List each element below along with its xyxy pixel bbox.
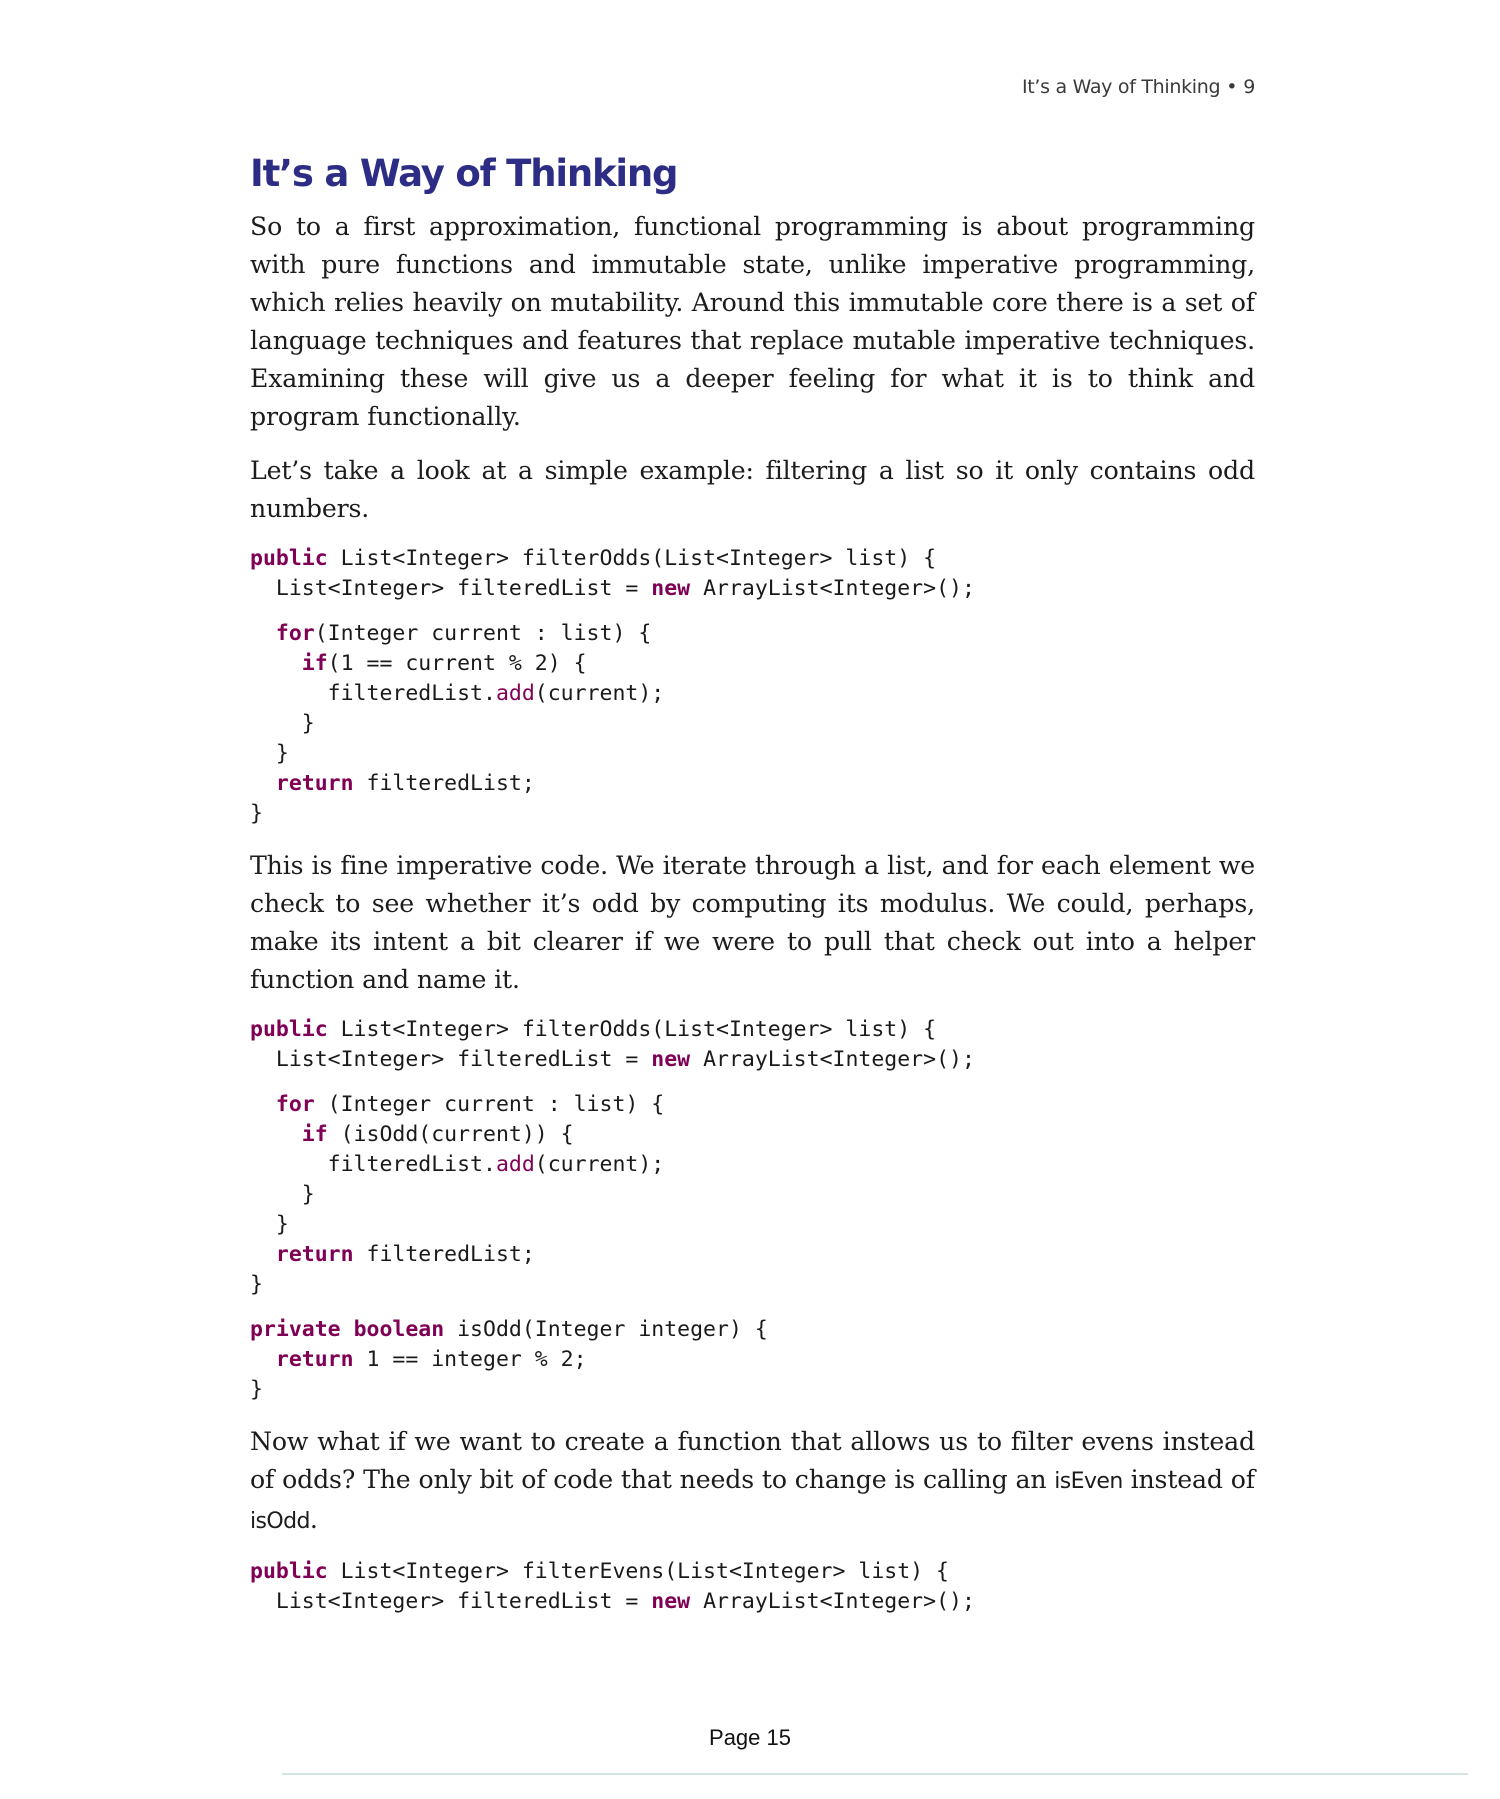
code-text: filteredList. (250, 1152, 496, 1177)
code-text: List<Integer> filterOdds(List<Integer> l… (327, 546, 937, 571)
inline-code-isodd: isOdd (250, 1509, 310, 1534)
code-text: List<Integer> filterEvens(List<Integer> … (327, 1559, 949, 1584)
code-line: List<Integer> filteredList = new ArrayLi… (250, 574, 1255, 604)
paragraph-example-intro: Let’s take a look at a simple example: f… (250, 456, 1255, 523)
code-keyword: for (275, 1092, 315, 1117)
code-line: } (250, 1210, 1255, 1240)
code-line: public List<Integer> filterOdds(List<Int… (250, 544, 1255, 574)
code-line: List<Integer> filteredList = new ArrayLi… (250, 1045, 1255, 1075)
code-text: ArrayList<Integer>(); (690, 1047, 975, 1072)
code-line: } (250, 799, 1255, 829)
paragraph-intro: So to a first approximation, functional … (250, 212, 1255, 431)
section-title: It’s a Way of Thinking (250, 152, 679, 195)
code-line: public List<Integer> filterEvens(List<In… (250, 1557, 1255, 1587)
code-line: if (isOdd(current)) { (250, 1120, 1255, 1150)
running-header: It’s a Way of Thinking • 9 (1022, 76, 1255, 98)
code-keyword: if (301, 1122, 328, 1147)
code-line: filteredList.add(current); (250, 1150, 1255, 1180)
code-text: } (250, 801, 263, 826)
code-text: } (250, 1272, 263, 1297)
code-block-filter-odds-helper: public List<Integer> filterOdds(List<Int… (250, 1015, 1255, 1405)
code-line: return 1 == integer % 2; (250, 1345, 1255, 1375)
code-text: List<Integer> filteredList = (250, 1589, 652, 1614)
code-keyword: return (275, 1242, 354, 1267)
code-keyword: new (651, 1589, 691, 1614)
code-line: for (Integer current : list) { (250, 1090, 1255, 1120)
code-text: filteredList; (353, 771, 535, 796)
code-line: } (250, 1270, 1255, 1300)
code-text: } (250, 741, 289, 766)
code-text: } (250, 1377, 263, 1402)
running-header-title: It’s a Way of Thinking (1021, 76, 1221, 98)
code-keyword: new (651, 1047, 691, 1072)
code-line: return filteredList; (250, 1240, 1255, 1270)
code-text: } (250, 1212, 289, 1237)
code-keyword: private (250, 1317, 341, 1342)
code-text: (isOdd(current)) { (327, 1122, 574, 1147)
code-keyword: public (250, 1559, 328, 1584)
code-text: } (250, 711, 315, 736)
code-line: if(1 == current % 2) { (250, 649, 1255, 679)
paragraph-text-middle: instead of (1122, 1465, 1256, 1494)
code-method: add (495, 1152, 535, 1177)
code-text: (Integer current : list) { (314, 621, 652, 646)
paragraph-imperative-explanation: This is fine imperative code. We iterate… (250, 851, 1255, 994)
code-line: List<Integer> filteredList = new ArrayLi… (250, 1587, 1255, 1617)
code-text: isOdd(Integer integer) { (444, 1317, 768, 1342)
code-keyword: return (275, 1347, 354, 1372)
paragraph-filter-evens: Now what if we want to create a function… (250, 1423, 1255, 1541)
code-text: (current); (534, 681, 665, 706)
code-text: (Integer current : list) { (314, 1092, 665, 1117)
code-keyword: public (250, 546, 328, 571)
code-line: } (250, 1375, 1255, 1405)
code-text: ArrayList<Integer>(); (690, 576, 975, 601)
code-keyword: return (275, 771, 354, 796)
code-text: (current); (534, 1152, 665, 1177)
page-content: It’s a Way of Thinking So to a first app… (250, 150, 1255, 1635)
code-text: 1 == integer % 2; (353, 1347, 587, 1372)
code-text: List<Integer> filteredList = (250, 576, 652, 601)
code-method: add (495, 681, 535, 706)
running-header-separator: • (1226, 76, 1238, 98)
code-block-filter-odds: public List<Integer> filterOdds(List<Int… (250, 544, 1255, 829)
code-keyword: public (250, 1017, 328, 1042)
code-line: } (250, 1180, 1255, 1210)
code-keyword: if (301, 651, 328, 676)
code-text: (1 == current % 2) { (327, 651, 587, 676)
code-keyword: for (275, 621, 315, 646)
code-text: ArrayList<Integer>(); (690, 1589, 975, 1614)
code-line: private boolean isOdd(Integer integer) { (250, 1315, 1255, 1345)
paragraph-text-after: . (309, 1505, 318, 1534)
running-header-page-number: 9 (1243, 76, 1255, 98)
code-keyword: boolean (353, 1317, 445, 1342)
code-line: for(Integer current : list) { (250, 619, 1255, 649)
code-text: } (250, 1182, 315, 1207)
code-line: return filteredList; (250, 769, 1255, 799)
code-line: } (250, 739, 1255, 769)
code-text: filteredList. (250, 681, 496, 706)
code-block-filter-evens: public List<Integer> filterEvens(List<In… (250, 1557, 1255, 1617)
code-line: } (250, 709, 1255, 739)
code-line: public List<Integer> filterOdds(List<Int… (250, 1015, 1255, 1045)
code-keyword: new (651, 576, 691, 601)
code-text: filteredList; (353, 1242, 535, 1267)
inline-code-iseven: isEven (1054, 1469, 1123, 1494)
code-text: List<Integer> filteredList = (250, 1047, 652, 1072)
footer-page-label: Page 15 (709, 1725, 791, 1750)
code-text: List<Integer> filterOdds(List<Integer> l… (327, 1017, 937, 1042)
code-line: filteredList.add(current); (250, 679, 1255, 709)
footer-divider (282, 1773, 1468, 1775)
